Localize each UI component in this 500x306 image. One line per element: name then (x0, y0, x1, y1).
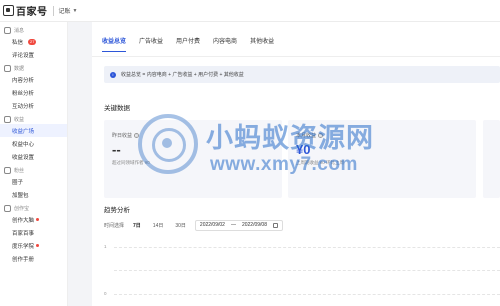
sidebar-section-creation: 创作宝 (0, 203, 67, 213)
sidebar-item-label: 创作大脑 (12, 217, 35, 224)
lightbulb-icon (4, 204, 11, 212)
trend-filter-row: 时间选择 7日 14日 30日 2022/09/02 — 2022/09/08 (104, 218, 283, 232)
sidebar-item-creation-brain[interactable]: 创作大脑 (0, 213, 67, 226)
help-icon[interactable]: ? (134, 133, 140, 138)
range-30d[interactable]: 30日 (172, 220, 189, 230)
sidebar-item-interaction-analysis[interactable]: 互动分析 (0, 99, 67, 112)
chevron-down-icon: ▼ (72, 7, 78, 14)
card-label: 本月收益 ? (296, 132, 324, 139)
users-icon (4, 166, 11, 174)
tab-divider (92, 56, 500, 57)
tab-ad-income[interactable]: 广告收益 (139, 36, 163, 52)
card-value: ¥0 (296, 142, 311, 157)
sidebar-item-label: 百家百事 (12, 230, 35, 237)
sidebar-item-creation-manual[interactable]: 创作手册 (0, 252, 67, 265)
y-tick: 1 (104, 244, 107, 249)
key-data-title: 关键数据 (104, 105, 130, 112)
sidebar-item-label: 互动分析 (12, 103, 35, 110)
sidebar-item-private-message[interactable]: 私信 27 (0, 35, 67, 48)
sidebar-item-label: 收益广场 (12, 128, 35, 135)
sidebar-section-fans: 粉丝 (0, 165, 67, 175)
sidebar-item-income-square[interactable]: 收益广场 (0, 124, 67, 137)
trend-chart: 1 0 (104, 240, 500, 306)
chart-icon (4, 64, 11, 72)
sidebar-item-circle[interactable]: 圈子 (0, 175, 67, 188)
calendar-icon (272, 222, 278, 228)
sidebar-section-data: 数据 (0, 63, 67, 73)
top-bar: 百家号 记账 ▼ (0, 0, 500, 22)
app-logo[interactable]: 百家号 (3, 3, 48, 18)
sidebar-item-academy[interactable]: 度乐学院 (0, 239, 67, 252)
date-start: 2022/09/02 (199, 222, 225, 228)
sidebar-item-income-settings[interactable]: 收益设置 (0, 150, 67, 163)
new-dot (36, 218, 40, 221)
account-switcher[interactable]: 记账 ▼ (58, 6, 78, 16)
help-icon[interactable]: ? (318, 133, 324, 138)
sidebar-item-label: 粉丝分析 (12, 90, 35, 97)
time-select-label: 时间选择 (104, 222, 125, 229)
month-income-card: 本月收益 ? ¥0 上周期收益 ¥0 环比上周 (288, 120, 476, 198)
y-tick: 0 (104, 291, 107, 296)
date-range-picker[interactable]: 2022/09/02 — 2022/09/08 (194, 219, 283, 231)
sidebar-item-label: 加盟包 (12, 192, 29, 199)
grid-line (114, 294, 500, 295)
sidebar-section-label: 消息 (14, 27, 25, 34)
card-value: -- (112, 142, 121, 157)
income-tabs: 收益总览 广告收益 用户付费 内容电商 其他收益 (102, 36, 274, 52)
sidebar-item-label: 收益设置 (12, 154, 35, 161)
sidebar-item-label: 圈子 (12, 179, 24, 186)
sidebar-item-baijia-events[interactable]: 百家百事 (0, 226, 67, 239)
sidebar-item-label: 私信 (12, 39, 24, 46)
sidebar-item-label: 评论设置 (12, 52, 35, 59)
sidebar-item-label: 度乐学院 (12, 243, 35, 250)
bell-icon (4, 26, 11, 34)
sidebar-section-label: 数据 (14, 65, 25, 72)
sidebar-section-label: 粉丝 (14, 167, 25, 174)
sidebar-item-content-analysis[interactable]: 内容分析 (0, 73, 67, 86)
sidebar-item-fan-analysis[interactable]: 粉丝分析 (0, 86, 67, 99)
sidebar-item-rights-center[interactable]: 权益中心 (0, 137, 67, 150)
main-panel: 收益总览 广告收益 用户付费 内容电商 其他收益 i 收益总览 = 内容电商 +… (92, 22, 500, 306)
card-label-text: 本月收益 (296, 133, 317, 139)
range-14d[interactable]: 14日 (150, 220, 167, 230)
unread-badge: 27 (28, 38, 37, 45)
date-end: 2022/09/08 (241, 222, 267, 228)
info-icon: i (110, 71, 116, 78)
sidebar-item-label: 内容分析 (12, 77, 35, 84)
partial-income-card (483, 120, 500, 198)
logo-icon (3, 5, 14, 16)
sidebar: 消息 私信 27 评论设置 数据 内容分析 粉丝分析 互动分析 收益 收益广场 … (0, 22, 68, 306)
sidebar-section-label: 收益 (14, 116, 25, 123)
sidebar-section-messages: 消息 (0, 25, 67, 35)
card-label: 昨日收益 ? (112, 132, 140, 139)
wallet-icon (4, 115, 11, 123)
tab-content-ecommerce[interactable]: 内容电商 (213, 36, 237, 52)
date-separator: — (230, 222, 236, 228)
notice-text: 收益总览 = 内容电商 + 广告收益 + 用户付费 + 其他收益 (121, 72, 244, 78)
yesterday-income-card: 昨日收益 ? -- 超过同领域作者 ¥0 (104, 120, 282, 198)
grid-line (114, 270, 500, 271)
sidebar-item-label: 创作手册 (12, 256, 35, 263)
trend-title: 趋势分析 (104, 207, 130, 214)
tab-user-payment[interactable]: 用户付费 (176, 36, 200, 52)
range-7d[interactable]: 7日 (130, 220, 144, 230)
account-label: 记账 (58, 9, 71, 15)
card-label-text: 昨日收益 (112, 133, 133, 139)
divider (52, 5, 54, 16)
sidebar-section-income: 收益 (0, 114, 67, 124)
sidebar-section-label: 创作宝 (14, 205, 30, 212)
income-formula-notice: i 收益总览 = 内容电商 + 广告收益 + 用户付费 + 其他收益 (104, 66, 500, 83)
sidebar-item-join-package[interactable]: 加盟包 (0, 188, 67, 201)
new-dot (36, 244, 40, 247)
card-subtext: 上周期收益 ¥0 环比上周 (296, 160, 345, 165)
tab-other-income[interactable]: 其他收益 (250, 36, 274, 52)
sidebar-item-comment-settings[interactable]: 评论设置 (0, 48, 67, 61)
grid-line (114, 247, 500, 248)
card-subtext: 超过同领域作者 ¥0 (112, 160, 150, 165)
logo-text: 百家号 (16, 7, 48, 18)
sidebar-item-label: 权益中心 (12, 141, 35, 148)
tab-income-overview[interactable]: 收益总览 (102, 36, 127, 52)
